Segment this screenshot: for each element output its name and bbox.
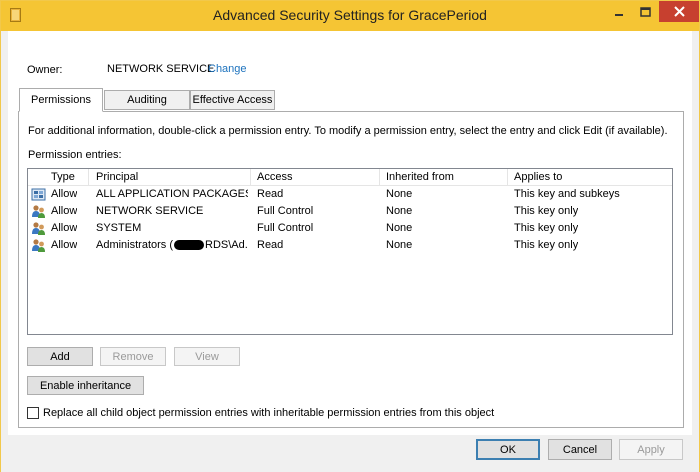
table-row[interactable]: Allow ALL APPLICATION PACKAGES Read None… — [28, 186, 672, 203]
remove-button-label: Remove — [112, 350, 154, 363]
tab-label: Permissions — [31, 94, 91, 106]
cell-access: Read — [257, 188, 284, 200]
cell-applies-to: This key only — [514, 205, 579, 217]
column-header-applies-to[interactable]: Applies to — [508, 169, 672, 186]
permission-entries-list[interactable]: Type Principal Access Inherited from App… — [27, 168, 673, 335]
cell-type: Allow — [51, 205, 78, 217]
change-owner-link[interactable]: Change — [208, 63, 247, 75]
apply-button[interactable]: Apply — [619, 439, 683, 460]
view-button[interactable]: View — [174, 347, 240, 366]
close-button[interactable] — [659, 1, 699, 22]
cell-applies-to: This key and subkeys — [514, 188, 620, 200]
column-header-principal[interactable]: Principal — [90, 169, 251, 186]
cell-principal: SYSTEM — [96, 222, 142, 234]
minimize-icon — [614, 13, 623, 16]
cancel-button-label: Cancel — [562, 443, 598, 456]
table-row[interactable]: Allow Administrators ( RDS\Ad... Read Non… — [28, 237, 672, 254]
maximize-button[interactable] — [632, 1, 659, 22]
maximize-icon — [640, 6, 651, 17]
cell-inherited-from: None — [386, 239, 413, 251]
apply-button-label: Apply — [637, 443, 665, 456]
cell-access: Read — [257, 239, 284, 251]
permissions-info-text: For additional information, double-click… — [28, 125, 668, 137]
tab-auditing[interactable]: Auditing — [104, 90, 190, 110]
enable-inheritance-button[interactable]: Enable inheritance — [27, 376, 144, 395]
window-title: Advanced Security Settings for GracePeri… — [213, 7, 487, 23]
cell-type: Allow — [51, 188, 78, 200]
cell-inherited-from: None — [386, 188, 413, 200]
tab-permissions[interactable]: Permissions — [19, 88, 103, 112]
add-button[interactable]: Add — [27, 347, 93, 366]
permission-entries-label: Permission entries: — [28, 149, 122, 161]
cell-principal: Administrators ( RDS\Ad... — [96, 237, 248, 254]
cell-applies-to: This key only — [514, 222, 579, 234]
cell-inherited-from: None — [386, 222, 413, 234]
cell-principal: NETWORK SERVICE — [96, 205, 204, 217]
table-row[interactable]: Allow NETWORK SERVICE Full Control None … — [28, 203, 672, 220]
owner-value: NETWORK SERVICE — [107, 63, 215, 75]
close-icon — [673, 6, 685, 17]
users-icon — [32, 239, 45, 252]
replace-permissions-checkbox[interactable] — [27, 407, 39, 419]
package-group-icon — [31, 188, 46, 201]
enable-inheritance-label: Enable inheritance — [39, 379, 132, 392]
minimize-button[interactable] — [605, 1, 632, 22]
cell-type: Allow — [51, 239, 78, 251]
remove-button[interactable]: Remove — [100, 347, 166, 366]
principal-prefix: Administrators ( — [96, 239, 174, 251]
cell-principal: ALL APPLICATION PACKAGES — [96, 188, 248, 200]
column-header-type[interactable]: Type — [45, 169, 89, 186]
redaction-mark — [174, 240, 205, 251]
column-header-inherited-from[interactable]: Inherited from — [380, 169, 508, 186]
tab-effective-access[interactable]: Effective Access — [190, 90, 275, 110]
cell-access: Full Control — [257, 222, 314, 234]
table-row[interactable]: Allow SYSTEM Full Control None This key … — [28, 220, 672, 237]
list-header: Type Principal Access Inherited from App… — [28, 169, 672, 186]
replace-permissions-label: Replace all child object permission entr… — [43, 407, 495, 419]
view-button-label: View — [195, 350, 219, 363]
replace-permissions-option[interactable]: Replace all child object permission entr… — [27, 407, 494, 419]
cell-type: Allow — [51, 222, 78, 234]
cell-applies-to: This key only — [514, 239, 579, 251]
ok-button[interactable]: OK — [476, 439, 540, 460]
tab-label: Effective Access — [192, 94, 273, 106]
cell-access: Full Control — [257, 205, 314, 217]
users-icon — [32, 222, 45, 235]
advanced-security-settings-window: Advanced Security Settings for GracePeri… — [0, 0, 700, 472]
column-header-access[interactable]: Access — [251, 169, 380, 186]
cancel-button[interactable]: Cancel — [548, 439, 612, 460]
add-button-label: Add — [50, 350, 70, 363]
cell-inherited-from: None — [386, 205, 413, 217]
users-icon — [32, 205, 45, 218]
owner-label: Owner: — [27, 64, 63, 76]
principal-suffix: RDS\Ad... — [205, 239, 248, 251]
tab-label: Auditing — [127, 94, 167, 106]
title-bar[interactable]: Advanced Security Settings for GracePeri… — [1, 1, 699, 31]
ok-button-label: OK — [500, 443, 516, 456]
